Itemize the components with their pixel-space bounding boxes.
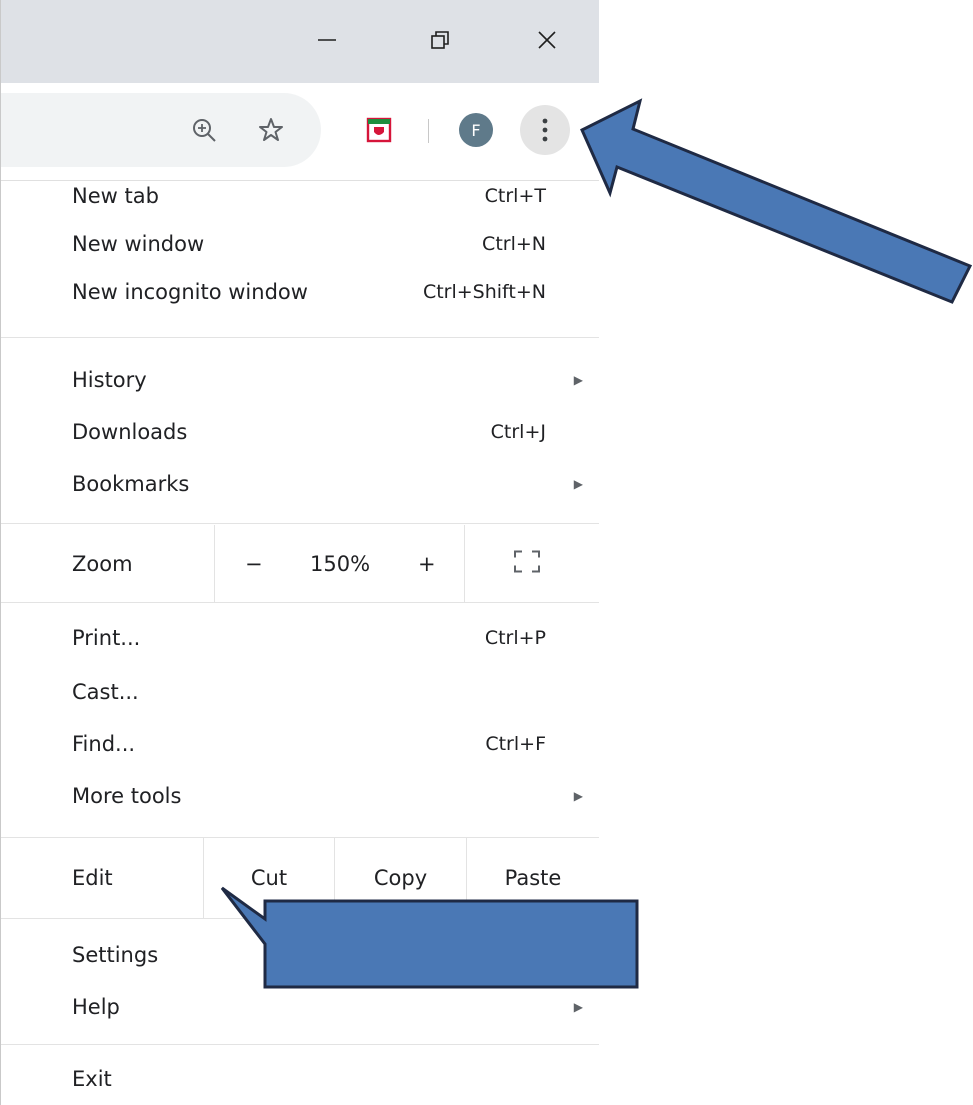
annotation-arrows [220,98,973,989]
annotation-arrow-to-settings [220,886,639,989]
annotation-arrow-to-menu-button [580,98,973,304]
